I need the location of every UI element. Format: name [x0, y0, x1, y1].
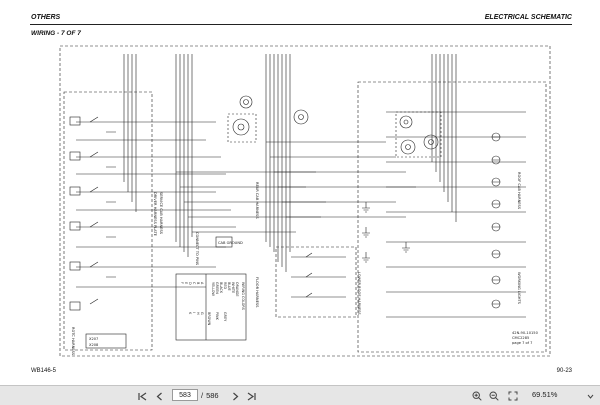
previous-page-button[interactable]: [153, 390, 165, 402]
page-number-input[interactable]: [172, 389, 198, 401]
reference-number: 42N-90-10150: [512, 331, 539, 335]
legend-color: YELLOW: [211, 282, 215, 297]
zoom-in-icon: [471, 390, 482, 401]
first-page-button[interactable]: [136, 390, 148, 402]
total-pages: 586: [206, 390, 219, 400]
last-page-button[interactable]: [245, 390, 257, 402]
roof-harness-label: ROOF CAB HARNESS: [517, 172, 521, 210]
fit-page-button[interactable]: [506, 389, 519, 402]
wiring-color-legend: WIRING COLORS A B C D E F ORANGE WHITE B…: [180, 282, 245, 326]
floor-harness-label: FLOOR HARNESS: [255, 277, 259, 308]
reference-code: CMC2285: [512, 336, 529, 340]
rotc-harness-label: ROTC HARNESS: [71, 327, 75, 356]
document-title: ELECTRICAL SCHEMATIC: [484, 14, 572, 21]
first-page-icon: [137, 392, 146, 400]
lower-harness-label: LOWER ROOF HARNESS: [357, 272, 361, 315]
viewer-toolbar: / 586 69.51%: [0, 385, 600, 405]
zoom-menu-button[interactable]: [585, 390, 595, 402]
document-page: OTHERS ELECTRICAL SCHEMATIC WIRING - 7 O…: [0, 0, 600, 385]
header-rule: [30, 24, 572, 25]
zoom-out-icon: [488, 390, 499, 401]
chevron-right-icon: [232, 392, 238, 400]
model-number: WB146-5: [31, 368, 57, 374]
page-separator: /: [201, 390, 204, 400]
chevron-down-icon: [587, 394, 593, 399]
zoom-out-button[interactable]: [487, 389, 500, 402]
zoom-level[interactable]: 69.51%: [532, 390, 557, 399]
wiring-schematic: DRIVER HARNESS PLATE SERVICE CAB HARNESS…: [59, 45, 551, 357]
working-lights-label: WORKING LIGHTS: [517, 272, 521, 305]
last-page-icon: [247, 392, 256, 400]
cab-ground-label: CAB GROUND: [218, 241, 243, 245]
driver-harness-label: DRIVER HARNESS PLATE: [153, 192, 157, 237]
legend-title: WIRING COLORS: [241, 282, 245, 310]
connector-x208: X208: [89, 343, 99, 347]
next-page-button[interactable]: [229, 390, 241, 402]
cab-note-label: CONNECT TO PINS: [195, 232, 199, 266]
zoom-in-button[interactable]: [470, 389, 483, 402]
fit-page-icon: [508, 391, 517, 400]
legend-color: BROWN: [207, 312, 211, 326]
legend-color: GREY: [223, 312, 227, 322]
legend-code: K: [188, 312, 192, 315]
legend-code: F: [180, 282, 184, 284]
connector-x207: X207: [89, 337, 98, 341]
legend-color: PINK: [215, 312, 219, 321]
page-navigator: / 586: [172, 389, 219, 401]
chevron-left-icon: [156, 392, 162, 400]
service-cab-harness-label: SERVICE CAB HARNESS: [159, 192, 163, 235]
page-number: 90-23: [556, 368, 572, 374]
section-title: OTHERS: [31, 14, 61, 21]
page-subtitle: WIRING - 7 OF 7: [31, 30, 81, 37]
page-note: page 7 of 7: [512, 341, 532, 345]
rear-harness-label: REAR CAB HARNESS: [255, 182, 259, 219]
